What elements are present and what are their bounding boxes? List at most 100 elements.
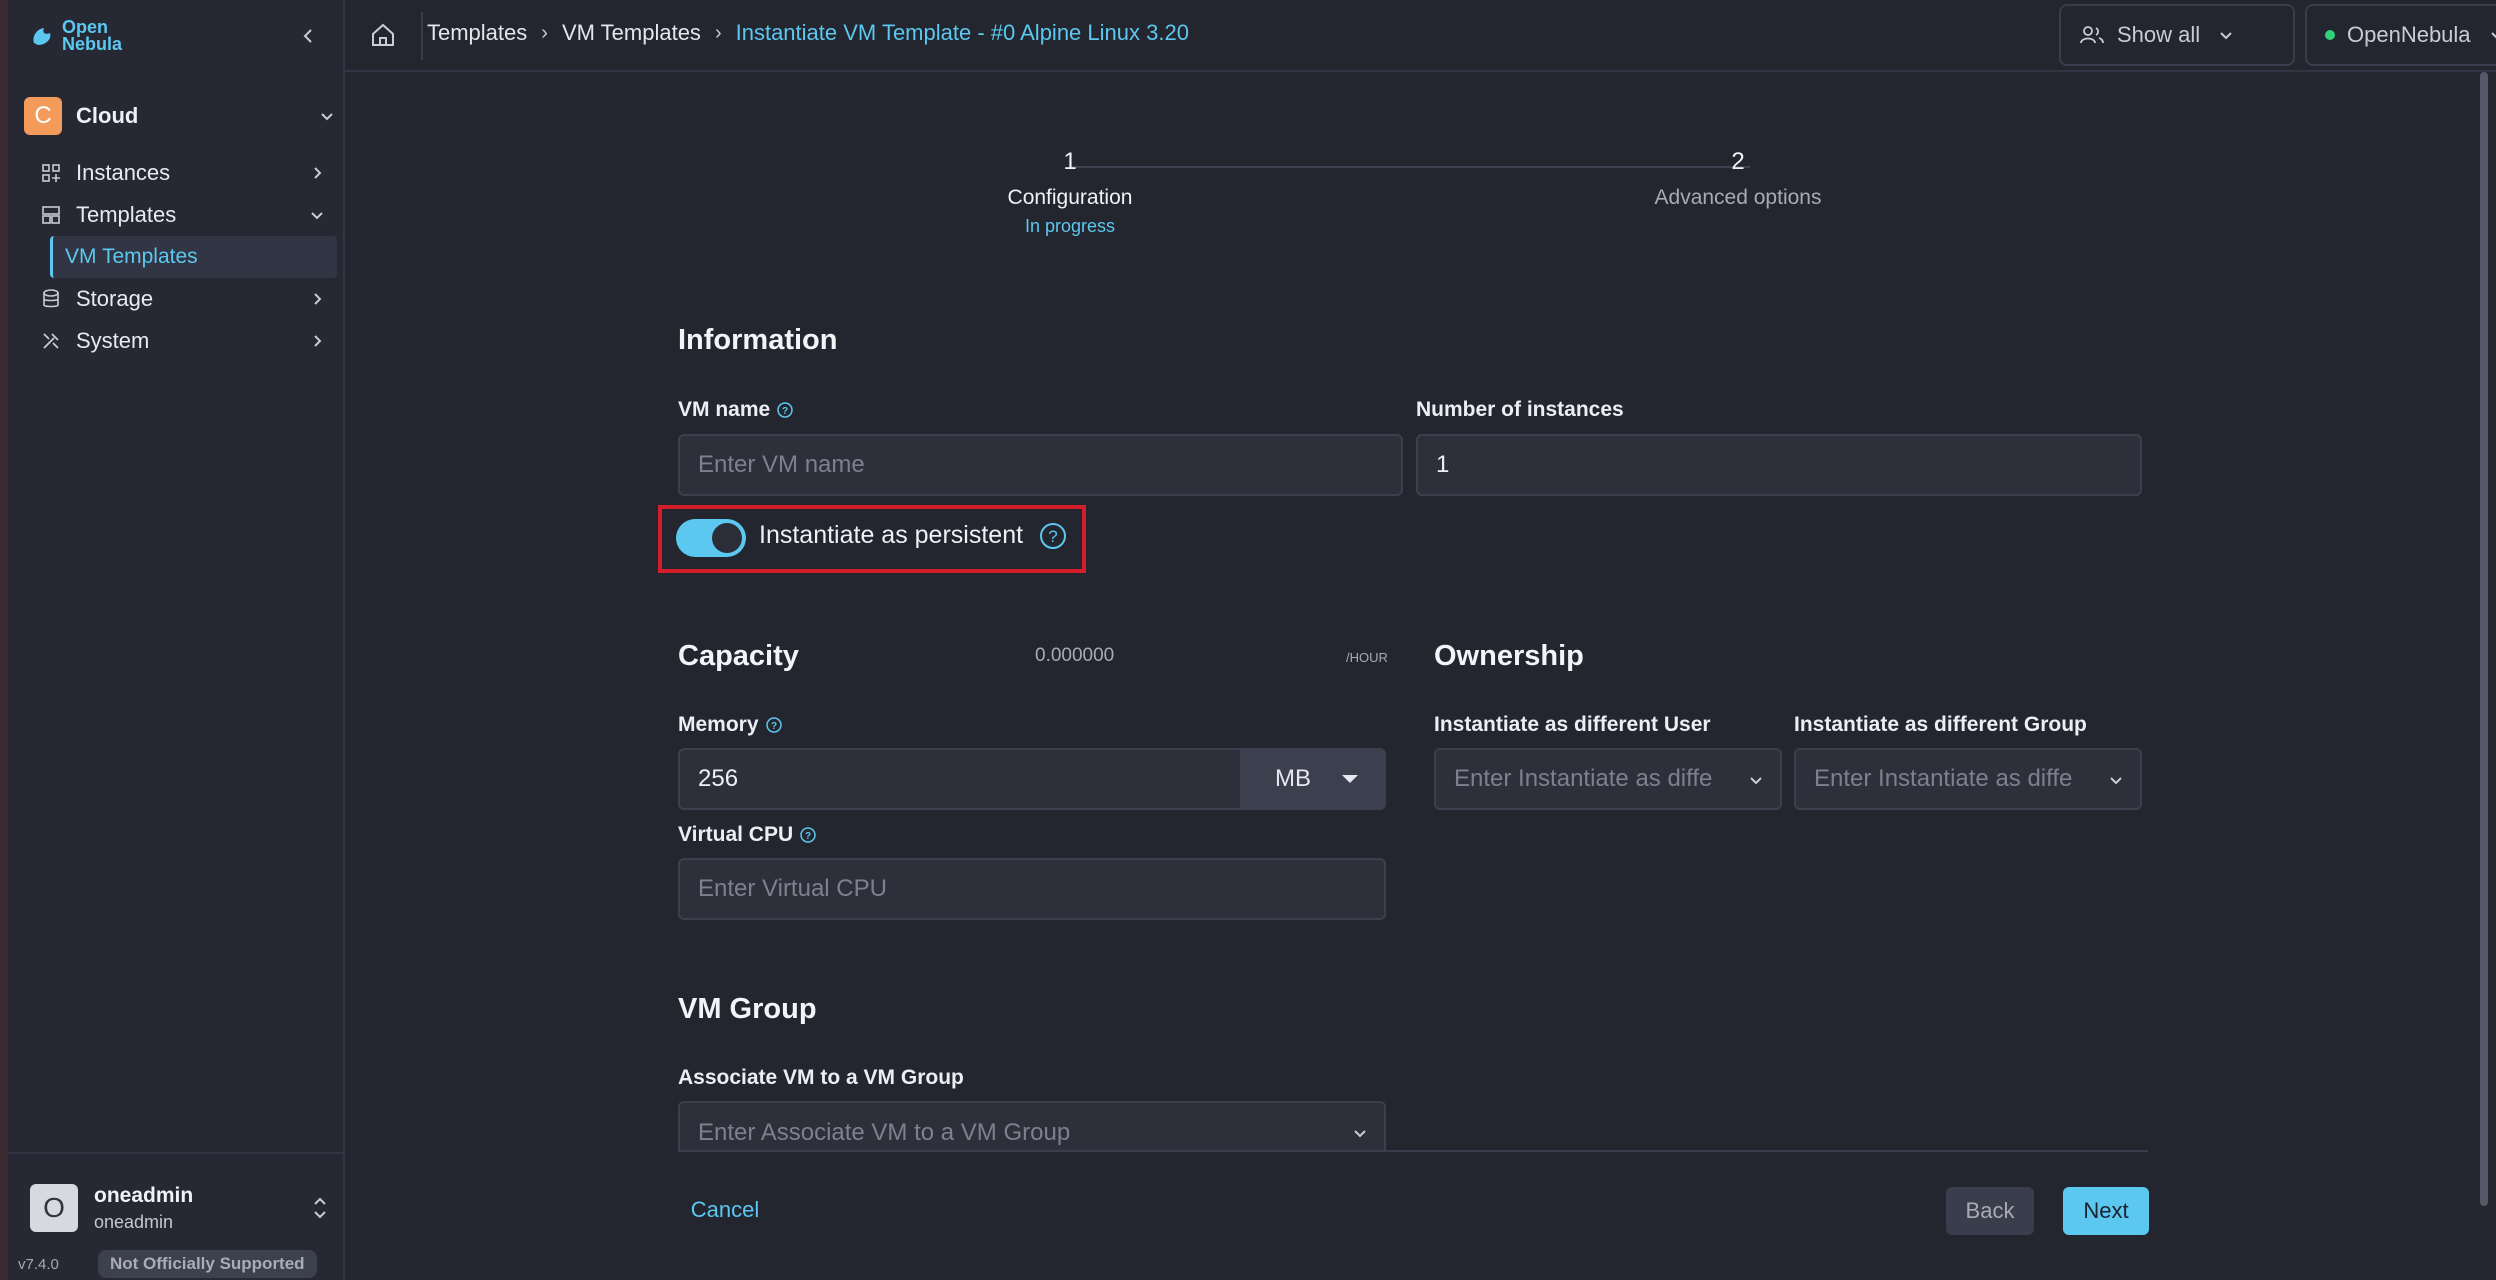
help-icon[interactable]: ?	[765, 716, 783, 734]
help-icon[interactable]: ?	[1038, 521, 1068, 551]
cloud-logo-icon	[33, 28, 51, 45]
tools-icon	[43, 333, 59, 349]
collapse-sidebar-button[interactable]	[294, 22, 322, 50]
zone-selector[interactable]: OpenNebula	[2305, 4, 2496, 66]
vm-name-label-text: VM name	[678, 398, 771, 421]
group-name: Cloud	[76, 103, 139, 128]
divider	[421, 12, 423, 60]
sidebar-item-system[interactable]: System	[24, 320, 337, 362]
breadcrumb: Templates › VM Templates › Instantiate V…	[427, 20, 1189, 46]
persistent-toggle[interactable]	[676, 519, 746, 557]
caret-down-icon	[1342, 775, 1358, 783]
sidebar-item-label: System	[76, 328, 150, 353]
breadcrumb-templates[interactable]: Templates	[427, 20, 527, 46]
topbar: Templates › VM Templates › Instantiate V…	[345, 0, 2496, 72]
group-select-placeholder: Enter Instantiate as diffe	[1814, 765, 2073, 792]
sidebar-item-vm-templates[interactable]: VM Templates	[50, 236, 337, 278]
capacity-title: Capacity	[678, 640, 799, 672]
step-title: Configuration	[1007, 186, 1133, 209]
memory-unit-select[interactable]: MB	[1240, 748, 1386, 810]
user-menu[interactable]: O oneadmin oneadmin	[30, 1180, 330, 1236]
step-title: Advanced options	[1654, 186, 1822, 209]
chevron-down-icon	[321, 113, 333, 121]
instances-input[interactable]: 1	[1416, 434, 2142, 496]
chevron-updown-icon	[314, 1197, 326, 1219]
cancel-button[interactable]: Cancel	[680, 1185, 770, 1235]
template-icon	[42, 206, 60, 224]
sidebar-item-label: Templates	[76, 202, 177, 227]
sidebar-item-storage[interactable]: Storage	[24, 278, 337, 320]
vm-group-placeholder: Enter Associate VM to a VM Group	[698, 1119, 1071, 1146]
back-button[interactable]: Back	[1946, 1187, 2034, 1235]
status-dot	[2325, 30, 2335, 40]
sidebar-item-instances[interactable]: Instances	[24, 152, 337, 194]
step-configuration[interactable]: 1 Configuration In progress	[960, 148, 1180, 237]
chevron-down-icon	[1746, 770, 1766, 790]
logo-row: Open Nebula	[30, 18, 330, 54]
user-names: oneadmin oneadmin	[94, 1184, 310, 1233]
memory-label-text: Memory	[678, 713, 759, 736]
instances-label: Number of instances	[1416, 398, 1624, 421]
group-selector[interactable]: C Cloud	[24, 96, 337, 136]
help-icon[interactable]: ?	[776, 401, 794, 419]
chevron-right-icon	[314, 293, 322, 305]
chevron-down-icon	[2490, 32, 2496, 39]
vcpu-input[interactable]: Enter Virtual CPU	[678, 858, 1386, 920]
svg-text:?: ?	[770, 721, 776, 732]
group-label: Instantiate as different Group	[1794, 713, 2087, 736]
step-advanced-options[interactable]: 2 Advanced options	[1628, 148, 1848, 210]
user-select-placeholder: Enter Instantiate as diffe	[1454, 765, 1713, 792]
chevron-down-icon	[1354, 1130, 1366, 1138]
vm-name-input[interactable]: Enter VM name	[678, 434, 1403, 496]
vm-group-label: Associate VM to a VM Group	[678, 1066, 964, 1089]
version-label: v7.4.0	[18, 1256, 59, 1273]
toggle-knob	[712, 523, 742, 553]
vcpu-label-text: Virtual CPU	[678, 823, 794, 846]
ownership-title: Ownership	[1434, 640, 1584, 672]
vcpu-label: Virtual CPU ?	[678, 823, 817, 847]
sidebar-item-templates[interactable]: Templates	[24, 194, 337, 236]
home-icon[interactable]	[369, 20, 397, 50]
zone-label: OpenNebula	[2347, 22, 2471, 47]
user-label: Instantiate as different User	[1434, 713, 1711, 736]
breadcrumb-separator: ›	[714, 21, 722, 44]
step-number: 1	[1063, 148, 1077, 175]
information-title: Information	[678, 324, 838, 356]
next-button[interactable]: Next	[2063, 1187, 2149, 1235]
grid-icon	[42, 164, 60, 182]
memory-unit-label: MB	[1275, 765, 1311, 792]
price-unit: /HOUR	[1346, 650, 1388, 665]
group-select[interactable]: Enter Instantiate as diffe	[1794, 748, 2142, 810]
show-all-button[interactable]: Show all	[2059, 4, 2295, 66]
chevron-right-icon	[314, 335, 322, 347]
chevron-down-icon	[2220, 32, 2232, 40]
opennebula-logo[interactable]: Open Nebula	[30, 18, 122, 53]
user-select[interactable]: Enter Instantiate as diffe	[1434, 748, 1782, 810]
memory-input[interactable]: 256	[678, 748, 1242, 810]
svg-text:?: ?	[805, 831, 811, 842]
user-group: oneadmin	[94, 1211, 174, 1232]
group-avatar: C	[24, 97, 62, 135]
footer-divider	[678, 1150, 2148, 1152]
sidebar-nav: Instances Templates VM Templates Storage…	[24, 152, 337, 362]
vm-group-title: VM Group	[678, 993, 817, 1025]
persistent-label: Instantiate as persistent	[759, 521, 1024, 549]
user-area: O oneadmin oneadmin v7.4.0 Not Officiall…	[8, 1152, 345, 1280]
users-icon	[2080, 26, 2104, 44]
vm-group-select[interactable]: Enter Associate VM to a VM Group	[678, 1101, 1386, 1150]
price-value: 0.000000	[1035, 645, 1115, 666]
svg-text:?: ?	[1048, 527, 1057, 546]
chevron-down-icon	[2106, 770, 2126, 790]
avatar: O	[30, 1184, 78, 1232]
chevron-down-icon	[311, 212, 323, 220]
database-icon	[43, 289, 59, 308]
sidebar-item-label: Storage	[76, 286, 154, 311]
memory-label: Memory ?	[678, 713, 783, 737]
show-all-label: Show all	[2117, 22, 2201, 47]
breadcrumb-vm-templates[interactable]: VM Templates	[562, 20, 701, 46]
help-icon[interactable]: ?	[799, 826, 817, 844]
chevron-left-icon	[303, 29, 312, 43]
stepper: 1 Configuration In progress 2 Advanced o…	[960, 148, 1920, 248]
scrollbar[interactable]	[2480, 72, 2488, 1206]
sidebar: Open Nebula C Cloud Instances Templates …	[0, 0, 345, 1280]
